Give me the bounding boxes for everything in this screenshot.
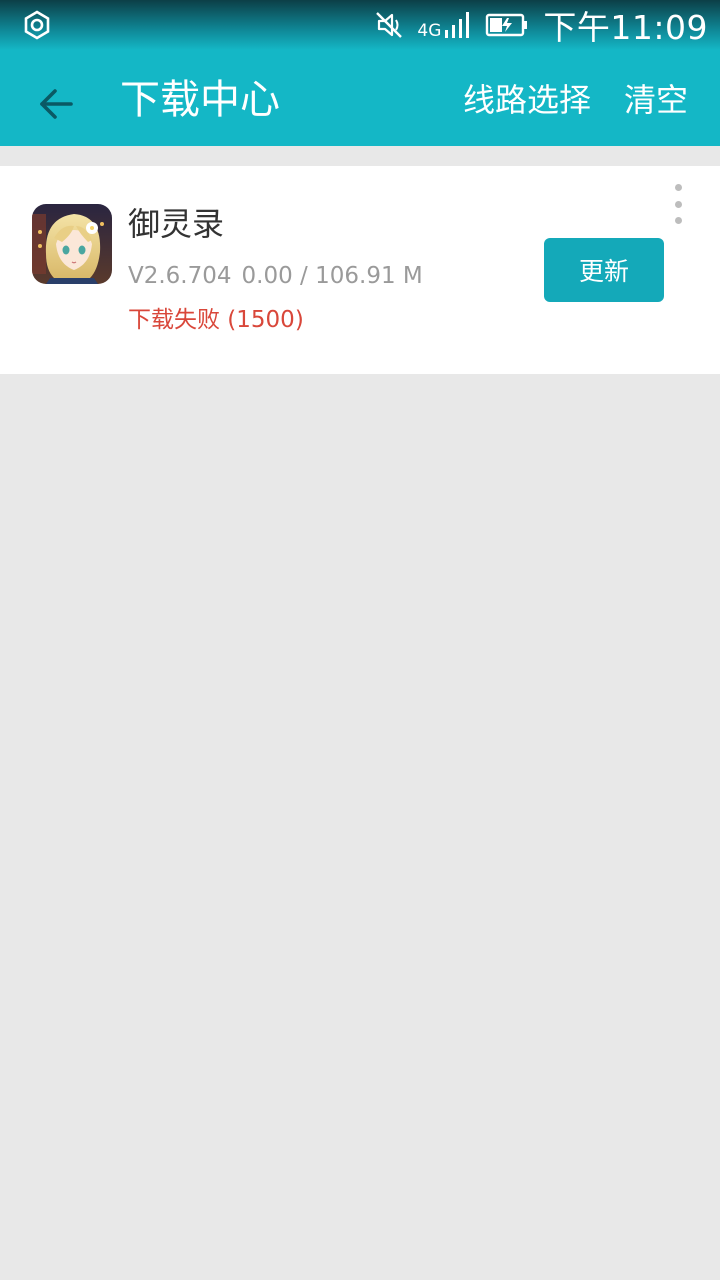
app-bar: 下载中心 线路选择 清空: [0, 50, 720, 146]
more-vertical-icon-dot: [674, 200, 682, 208]
status-time: 下午11:09: [543, 8, 708, 47]
app-name: 御灵录: [128, 205, 225, 243]
page-title: 下载中心: [120, 77, 280, 123]
more-vertical-icon: [674, 184, 682, 191]
download-item[interactable]: 御灵录 V2.6.704 0.00 / 106.91 M 下载失败 (1500) …: [0, 166, 720, 374]
network-label: 4G: [417, 21, 442, 41]
arrow-left-icon: [38, 86, 74, 126]
status-bar: 4G 下午11:09: [0, 0, 720, 50]
app-icon: [32, 204, 112, 284]
back-button[interactable]: [24, 74, 88, 138]
download-meta: V2.6.704 0.00 / 106.91 M: [128, 260, 423, 292]
download-status: 下载失败 (1500): [128, 307, 304, 333]
clear-button[interactable]: 清空: [624, 76, 688, 124]
update-button[interactable]: 更新: [544, 238, 664, 302]
route-select-button[interactable]: 线路选择: [463, 76, 591, 124]
settings-hexagon-icon: [22, 10, 52, 40]
more-vertical-icon-dot: [674, 217, 682, 224]
progress-label: 0.00 / 106.91 M: [241, 263, 423, 289]
version-label: V2.6.704: [128, 263, 232, 289]
signal-4g-icon: 4G: [417, 10, 473, 41]
status-icons: 4G 下午11:09: [361, 0, 708, 50]
more-options-button[interactable]: [664, 184, 692, 224]
battery-charging-icon: [485, 12, 529, 38]
mute-icon: [373, 9, 405, 41]
